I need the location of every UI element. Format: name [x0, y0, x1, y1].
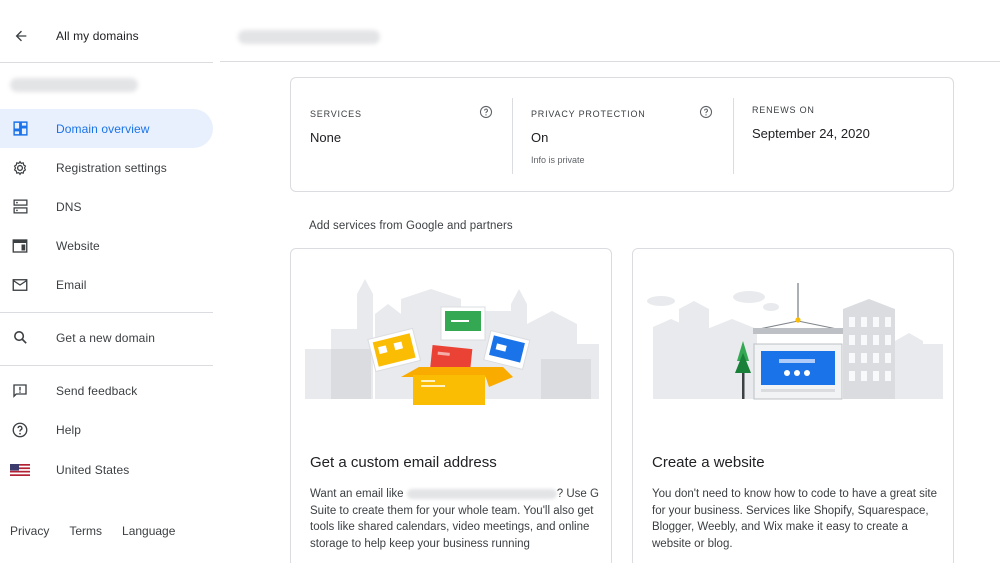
privacy-value: On: [531, 130, 549, 145]
sidebar-item-label: Help: [56, 422, 82, 437]
renewal-section: RENEWS ON September 24, 2020: [752, 78, 952, 193]
help-icon[interactable]: [699, 105, 713, 119]
example-email-redacted: [406, 488, 557, 499]
email-service-card[interactable]: Get a custom email address Want an email…: [290, 248, 612, 563]
sidebar-item-label: Domain overview: [56, 121, 150, 136]
dashboard-icon: [10, 119, 30, 139]
sidebar-item-website[interactable]: Website: [0, 226, 213, 265]
sidebar: All my domains Domain overview Registrat…: [0, 0, 220, 563]
arrow-back-icon: [11, 26, 31, 46]
email-card-body: Want an email like ? Use G Suite to crea…: [310, 486, 600, 552]
website-service-card[interactable]: Create a website You don't need to know …: [632, 248, 954, 563]
sidebar-item-get-new-domain[interactable]: Get a new domain: [0, 318, 213, 357]
sidebar-item-label: Website: [56, 238, 100, 253]
sidebar-item-label: Registration settings: [56, 160, 167, 175]
sidebar-item-dns[interactable]: DNS: [0, 187, 213, 226]
gear-icon: [10, 158, 30, 178]
privacy-link[interactable]: Privacy: [10, 524, 49, 538]
footer-links: Privacy Terms Language: [10, 524, 175, 538]
top-bar: [220, 0, 1000, 62]
sidebar-item-registration-settings[interactable]: Registration settings: [0, 148, 213, 187]
website-illustration: [647, 283, 943, 400]
services-section: SERVICES None: [310, 78, 510, 193]
divider: [512, 98, 513, 174]
divider: [733, 98, 734, 174]
language-link[interactable]: Language: [122, 524, 175, 538]
website-card-title: Create a website: [652, 454, 765, 471]
sidebar-item-domain-overview[interactable]: Domain overview: [0, 109, 213, 148]
mail-icon: [10, 275, 30, 295]
sidebar-item-label: United States: [56, 462, 130, 477]
sidebar-item-label: Email: [56, 277, 87, 292]
sidebar-item-label: Send feedback: [56, 383, 138, 398]
help-icon[interactable]: [479, 105, 493, 119]
sidebar-item-help[interactable]: Help: [0, 410, 213, 449]
sidebar-item-send-feedback[interactable]: Send feedback: [0, 371, 213, 410]
us-flag-icon: [10, 460, 30, 480]
privacy-subtext: Info is private: [531, 155, 585, 165]
sidebar-item-email[interactable]: Email: [0, 265, 213, 304]
website-card-body: You don't need to know how to code to ha…: [652, 488, 938, 550]
services-value: None: [310, 130, 342, 145]
email-illustration: [305, 279, 599, 405]
domain-title-redacted: [238, 30, 380, 44]
back-label: All my domains: [56, 29, 139, 43]
divider: [0, 365, 213, 366]
website-icon: [10, 236, 30, 256]
privacy-heading: PRIVACY PROTECTION: [531, 109, 646, 119]
divider: [0, 62, 213, 63]
back-to-all-domains[interactable]: All my domains: [0, 14, 213, 58]
dns-icon: [10, 197, 30, 217]
privacy-section: PRIVACY PROTECTION On Info is private: [531, 78, 731, 193]
sidebar-item-label: Get a new domain: [56, 330, 155, 345]
search-icon: [10, 328, 30, 348]
sidebar-item-country[interactable]: United States: [0, 450, 213, 489]
help-icon: [10, 420, 30, 440]
domain-name-redacted: [10, 78, 138, 92]
divider: [0, 312, 213, 313]
terms-link[interactable]: Terms: [69, 524, 102, 538]
domain-overview-card: SERVICES None PRIVACY PROTECTION On Info…: [290, 77, 954, 192]
services-heading: SERVICES: [310, 109, 362, 119]
sidebar-item-label: DNS: [56, 199, 82, 214]
renews-heading: RENEWS ON: [752, 105, 815, 115]
section-title: Add services from Google and partners: [309, 220, 513, 232]
email-body-start: Want an email like: [310, 488, 407, 500]
feedback-icon: [10, 381, 30, 401]
renews-value: September 24, 2020: [752, 126, 870, 141]
email-card-title: Get a custom email address: [310, 454, 497, 471]
